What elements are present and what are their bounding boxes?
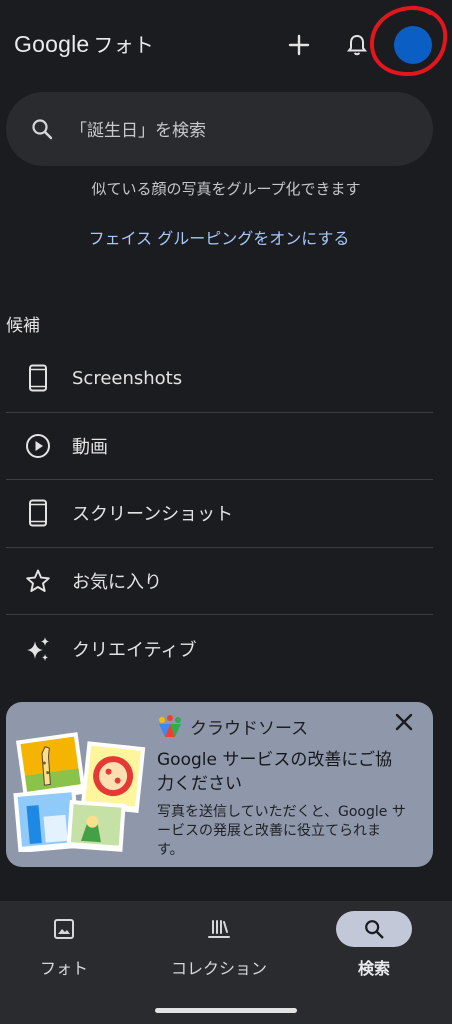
nav-label: 検索 xyxy=(357,959,390,978)
suggestions-heading: 候補 xyxy=(6,316,40,336)
suggestion-screenshots-en[interactable]: Screenshots xyxy=(6,345,433,413)
card-title: Google サービスの改善にご協力ください xyxy=(157,750,393,794)
add-button[interactable] xyxy=(282,28,316,62)
card-body: 写真を送信していただくと、Google サービスの発展と改善に役立てられます。 xyxy=(157,804,406,858)
star-icon xyxy=(24,567,52,595)
nav-label: フォト xyxy=(39,959,88,978)
library-icon xyxy=(181,911,257,947)
crowdsource-card[interactable]: クラウドソース Google サービスの改善にご協力ください 写真を送信していた… xyxy=(6,702,433,867)
search-bar[interactable]: 「誕生日」を検索 xyxy=(6,92,433,166)
plus-icon xyxy=(288,34,310,56)
suggestion-screenshots-ja[interactable]: スクリーンショット xyxy=(6,480,433,548)
nav-search[interactable]: 検索 xyxy=(314,911,434,979)
google-photos-search-page: Google フォト 「誕生日」を検索 似ている顔の写真をグループ化できます フ… xyxy=(0,0,452,1024)
list-item-label: Screenshots xyxy=(72,367,183,389)
phone-icon xyxy=(24,364,52,392)
red-annotation-circle xyxy=(369,5,448,77)
list-item-label: クリエイティブ xyxy=(72,639,197,661)
sparkle-icon xyxy=(24,635,52,663)
nav-collections[interactable]: コレクション xyxy=(159,911,279,979)
photo-icon xyxy=(26,911,102,947)
phone-icon xyxy=(24,499,52,527)
search-icon xyxy=(336,911,412,947)
crowdsource-badge-icon xyxy=(159,715,181,737)
list-item-label: お気に入り xyxy=(72,571,162,593)
brand-name: Google xyxy=(14,31,90,57)
crowdsource-illustration xyxy=(13,732,146,852)
play-circle-icon xyxy=(24,432,52,460)
search-icon xyxy=(32,119,53,140)
list-item-label: スクリーンショット xyxy=(72,504,234,526)
nav-photos[interactable]: フォト xyxy=(4,911,124,979)
bell-icon xyxy=(346,34,368,56)
suggestions-list: Screenshots 動画 スクリーンショット お気に入り クリエイティブ xyxy=(6,345,433,683)
face-grouping-description: 似ている顔の写真をグループ化できます xyxy=(91,180,361,198)
app-name: フォト xyxy=(93,33,154,57)
close-icon[interactable] xyxy=(392,710,416,734)
account-button[interactable] xyxy=(366,4,450,80)
bottom-navigation: フォト コレクション 検索 xyxy=(0,901,452,1024)
suggestion-videos[interactable]: 動画 xyxy=(6,413,433,480)
list-item-label: 動画 xyxy=(72,436,108,458)
search-input[interactable]: 「誕生日」を検索 xyxy=(70,116,206,141)
suggestion-creative[interactable]: クリエイティブ xyxy=(6,615,433,683)
nav-label: コレクション xyxy=(170,959,267,978)
app-title: Google フォト xyxy=(14,29,154,58)
home-indicator[interactable] xyxy=(155,1008,297,1013)
card-eyebrow: クラウドソース xyxy=(190,719,309,739)
suggestion-favorites[interactable]: お気に入り xyxy=(6,548,433,615)
app-header: Google フォト xyxy=(0,0,452,90)
face-grouping-link[interactable]: フェイス グルーピングをオンにする xyxy=(0,225,438,249)
